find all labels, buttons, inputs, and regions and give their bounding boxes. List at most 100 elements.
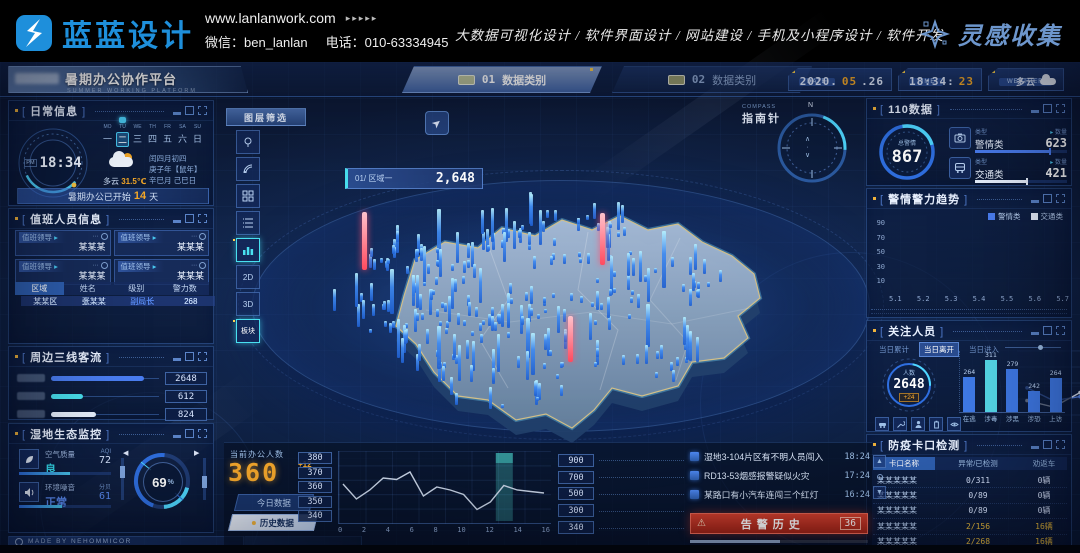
table-row[interactable]: 某某某某某 2/156 16辆 <box>873 519 1067 534</box>
mini-slider[interactable] <box>1005 347 1061 348</box>
week-day[interactable]: WE三 <box>131 124 144 147</box>
tool-icon[interactable] <box>893 417 907 431</box>
axis-tick: 5.5 <box>1001 295 1014 303</box>
table-row[interactable]: 某某某某某 0/89 0辆 <box>873 488 1067 503</box>
expand-icon[interactable] <box>198 106 207 115</box>
office-line-chart[interactable] <box>338 451 550 523</box>
collapse-icon[interactable] <box>173 435 181 438</box>
chart-layer-button[interactable] <box>236 238 260 262</box>
bar-label: 在逃 <box>962 413 977 423</box>
duty-card[interactable]: 值班领导 ⋯ 某某某 <box>114 230 210 256</box>
lunar-calendar: 闰四月初四庚子年【鼠年】辛巳月 己巳日 <box>149 153 202 186</box>
trend-y-axis: 9070503010 <box>873 219 885 285</box>
bar-column[interactable]: 311 涉毒 <box>984 351 999 412</box>
gauge-slider-right[interactable] <box>203 458 206 500</box>
bar <box>963 377 975 412</box>
collapse-icon[interactable] <box>173 358 181 361</box>
window-icon[interactable] <box>1043 326 1052 335</box>
table-row[interactable]: 某某区张某某副局长268 <box>21 296 215 306</box>
temperature: 31.5℃ <box>121 177 146 186</box>
window-icon[interactable] <box>185 214 194 223</box>
more-icon[interactable]: ⋯ <box>93 233 100 240</box>
scroll-up-icon[interactable]: ▲ <box>873 455 886 468</box>
legend-item[interactable]: 交通类 <box>1031 211 1064 222</box>
collapse-icon[interactable] <box>173 112 181 115</box>
expand-icon[interactable] <box>1056 440 1065 449</box>
axis-tick: 70 <box>873 234 885 242</box>
gauge-arrow-right[interactable]: ▶ <box>194 449 199 457</box>
grid-layer-button[interactable] <box>236 184 260 208</box>
alert-row[interactable]: 某路口有小汽车连闯三个红灯 16:24 <box>690 485 870 504</box>
collect-block[interactable]: 灵感收集 <box>920 16 1062 51</box>
window-icon[interactable] <box>1043 104 1052 113</box>
scroll-down-icon[interactable]: ▼ <box>873 486 886 499</box>
alert-history-bar[interactable]: ⚠ 告警历史 36 <box>690 513 868 534</box>
duty-name: 某某某 <box>78 240 105 253</box>
legend-item[interactable]: 警情类 <box>988 211 1021 222</box>
window-icon[interactable] <box>185 429 194 438</box>
horizontal-scrollbar[interactable] <box>690 540 868 543</box>
person-icon[interactable] <box>911 417 925 431</box>
focus-tab[interactable]: 当日离开 <box>919 342 959 357</box>
bar-column[interactable]: 279 涉黑 <box>1005 351 1020 412</box>
2d-layer-button[interactable]: 2D <box>236 265 260 289</box>
signal-layer-button[interactable] <box>236 157 260 181</box>
expand-icon[interactable] <box>1056 104 1065 113</box>
week-day[interactable]: TH四 <box>146 124 159 147</box>
3d-layer-button[interactable]: 3D <box>236 292 260 316</box>
alert-list: 湿地3-104片区有不明人员闯入 18:24 RD13-53烟感报警疑似火灾 1… <box>690 447 870 504</box>
location-layer-button[interactable] <box>236 130 260 154</box>
expand-icon[interactable] <box>198 352 207 361</box>
week-day[interactable]: SA六 <box>176 124 189 147</box>
gauge-slider-left[interactable] <box>121 458 124 500</box>
expand-icon[interactable] <box>1056 326 1065 335</box>
duty-card[interactable]: 值班领导 ⋯ 某某某 <box>15 230 111 256</box>
compass-dial[interactable] <box>776 112 848 184</box>
bar-column[interactable]: 264 在逃 <box>962 351 977 412</box>
more-icon[interactable]: ⋯ <box>191 233 198 240</box>
battery-icon[interactable] <box>929 417 943 431</box>
more-icon[interactable]: ⋯ <box>191 262 198 269</box>
table-row[interactable]: 某某某某某 0/311 0辆 <box>873 473 1067 488</box>
window-icon[interactable] <box>185 106 194 115</box>
window-icon[interactable] <box>1043 194 1052 203</box>
week-day[interactable]: SU日 <box>191 124 204 147</box>
alert-row[interactable]: RD13-53烟感报警疑似火灾 17:24 <box>690 466 870 485</box>
gauge-arrow-left[interactable]: ◀ <box>123 449 128 457</box>
focus-tab[interactable]: 当日累计 <box>875 343 913 356</box>
collapse-icon[interactable] <box>1031 332 1039 335</box>
expand-icon[interactable] <box>198 429 207 438</box>
week-day[interactable]: MO一 <box>101 124 114 147</box>
data-tab[interactable]: 02 数据类别 <box>612 66 812 93</box>
week-day[interactable]: FR五 <box>161 124 174 147</box>
collapse-icon[interactable] <box>1031 110 1039 113</box>
window-icon[interactable] <box>185 352 194 361</box>
more-icon[interactable]: ⋯ <box>93 262 100 269</box>
expand-icon[interactable] <box>1056 194 1065 203</box>
website-link[interactable]: www.lanlanwork.com <box>205 10 336 26</box>
axis-tick: 0 <box>338 526 342 534</box>
bottom-edge <box>0 545 1080 553</box>
plane-icon[interactable]: ➤ <box>425 111 449 135</box>
collapse-icon[interactable] <box>173 220 181 223</box>
bar-column[interactable]: 264 上访 <box>1048 351 1063 412</box>
week-day[interactable]: TU二 <box>116 124 129 147</box>
collapse-icon[interactable] <box>1031 446 1039 449</box>
list-layer-button[interactable] <box>236 211 260 235</box>
alert-row[interactable]: 湿地3-104片区有不明人员闯入 18:24 <box>690 447 870 466</box>
tab-icon <box>458 75 475 85</box>
car-icon[interactable] <box>875 417 889 431</box>
bar-column[interactable]: 242 涉恐 <box>1027 351 1042 412</box>
table-row[interactable]: 某某某某某 0/89 0辆 <box>873 504 1067 519</box>
block-layer-button[interactable]: 板块 <box>236 319 260 343</box>
data-tab[interactable]: 01 数据类别 <box>402 66 602 93</box>
status-icon <box>199 233 206 240</box>
axis-tick: 8 <box>433 526 437 534</box>
lunar-line: 辛巳月 己巳日 <box>149 175 202 186</box>
clock-period: PM <box>24 159 36 167</box>
expand-icon[interactable] <box>198 214 207 223</box>
eye-icon[interactable] <box>947 417 961 431</box>
collapse-icon[interactable] <box>1031 200 1039 203</box>
window-icon[interactable] <box>1043 440 1052 449</box>
province-map[interactable] <box>330 190 800 450</box>
